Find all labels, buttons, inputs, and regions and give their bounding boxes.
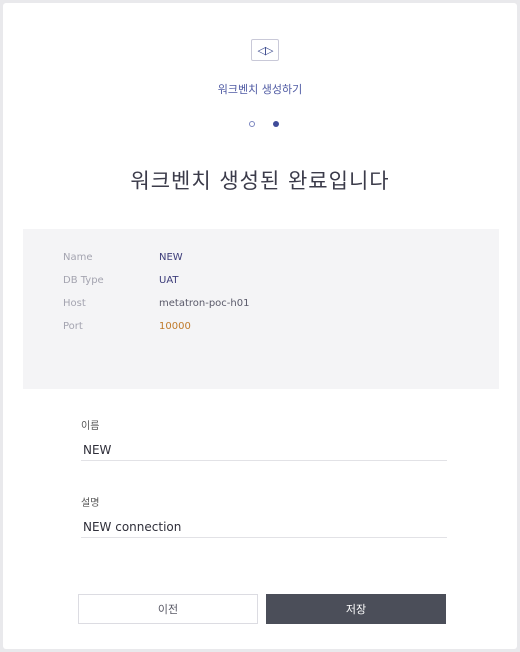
- summary-key: Host: [63, 298, 86, 309]
- name-input[interactable]: [81, 439, 447, 461]
- save-button[interactable]: 저장: [266, 594, 446, 624]
- name-label: 이름: [81, 421, 100, 432]
- step-1-dot-icon: [249, 121, 255, 127]
- workbench-logo-icon: ◁▷: [251, 39, 279, 61]
- summary-value: UAT: [159, 275, 179, 286]
- summary-value: metatron-poc-h01: [159, 298, 250, 309]
- summary-key: DB Type: [63, 275, 104, 286]
- description-label: 설명: [81, 498, 100, 509]
- step-2-dot-icon: [273, 121, 279, 127]
- prev-button[interactable]: 이전: [78, 594, 258, 624]
- summary-value: 10000: [159, 321, 191, 332]
- workbench-create-dialog: ◁▷ 워크벤치 생성하기 워크벤치 생성된 완료입니다 Name NEW DB …: [3, 3, 517, 649]
- summary-key: Name: [63, 252, 93, 263]
- summary-key: Port: [63, 321, 83, 332]
- wizard-title: 워크벤치 생성하기: [217, 83, 303, 96]
- connection-summary: Name NEW DB Type UAT Host metatron-poc-h…: [23, 229, 499, 389]
- completion-heading: 워크벤치 생성된 완료입니다: [130, 169, 390, 193]
- step-indicator: [249, 120, 279, 128]
- summary-value: NEW: [159, 252, 183, 263]
- description-input[interactable]: [81, 516, 447, 538]
